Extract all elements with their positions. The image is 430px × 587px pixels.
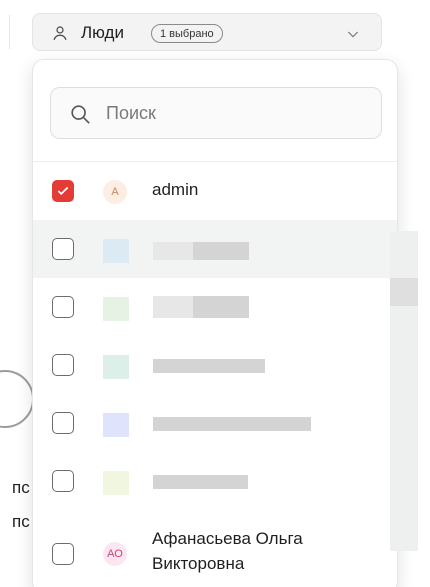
search-input[interactable]: Поиск <box>50 87 382 139</box>
redacted-name <box>153 475 248 489</box>
checkbox[interactable] <box>52 412 74 434</box>
redacted-name <box>153 359 265 373</box>
background-circle-icon <box>0 370 34 428</box>
redacted-name <box>153 296 193 318</box>
avatar: A <box>103 180 127 204</box>
list-item[interactable]: A admin <box>33 162 397 220</box>
checkbox[interactable] <box>52 296 74 318</box>
redacted-avatar <box>103 297 129 321</box>
search-icon <box>71 105 90 124</box>
person-name: admin <box>152 180 199 199</box>
selected-count-badge: 1 выбрано <box>151 24 223 43</box>
search-placeholder: Поиск <box>106 103 156 123</box>
redacted-name-part <box>193 242 249 260</box>
checkbox[interactable] <box>52 543 74 565</box>
redacted-name-part <box>193 296 249 318</box>
page: пс пс Люди 1 выбрано Поиск A admin АО Аф… <box>0 0 430 587</box>
redacted-avatar <box>103 413 129 437</box>
left-edge-divider <box>9 15 10 49</box>
checkbox-checked[interactable] <box>52 180 74 202</box>
list-item[interactable]: АО Афанасьева Ольга Викторовна <box>33 510 397 587</box>
people-filter-button[interactable]: Люди 1 выбрано <box>32 13 382 51</box>
list-item[interactable] <box>33 278 397 336</box>
background-text-2: пс <box>12 512 30 531</box>
people-filter-label: Люди <box>81 23 124 42</box>
person-icon <box>53 26 67 40</box>
redacted-avatar <box>103 355 129 379</box>
people-dropdown: Поиск A admin АО Афанасьева Ольга Виктор… <box>32 59 398 587</box>
checkbox[interactable] <box>52 354 74 376</box>
person-name: Афанасьева Ольга Викторовна <box>152 526 303 576</box>
checkbox[interactable] <box>52 470 74 492</box>
person-name-line-1: Афанасьева Ольга <box>152 529 303 548</box>
redacted-name <box>153 242 193 260</box>
list-item[interactable] <box>33 220 397 278</box>
person-name-line-2: Викторовна <box>152 554 245 573</box>
list-item[interactable] <box>33 394 397 452</box>
avatar: АО <box>103 542 127 566</box>
checkbox[interactable] <box>52 238 74 260</box>
redacted-avatar <box>103 471 129 495</box>
redacted-name <box>153 417 311 431</box>
scrollbar-thumb[interactable] <box>390 278 418 306</box>
list-item[interactable] <box>33 336 397 394</box>
chevron-down-icon <box>347 31 359 38</box>
background-text-1: пс <box>12 478 30 497</box>
redacted-avatar <box>103 239 129 263</box>
list-item[interactable] <box>33 452 397 510</box>
